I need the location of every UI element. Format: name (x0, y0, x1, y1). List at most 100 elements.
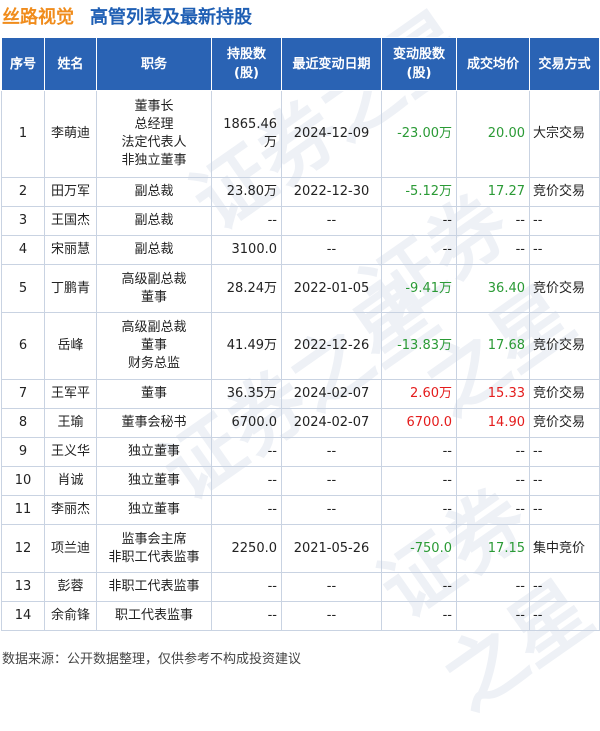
cell-trade-method: -- (529, 601, 600, 631)
title-line: 董事 (140, 338, 167, 353)
cell-titles: 职工代表监事 (96, 601, 212, 631)
title-line: 法定代表人 (121, 135, 187, 150)
cell-change-date: 2021-05-26 (281, 524, 382, 573)
cell-change-shares: -23.00万 (381, 90, 457, 178)
table-row: 6 岳峰 高级副总裁 董事 财务总监 41.49万 2022-12-26 -13.83万 17.… (1, 312, 600, 380)
cell-change-date: 2022-12-30 (281, 177, 382, 207)
cell-change-shares: -- (381, 437, 457, 467)
cell-change-date: -- (281, 601, 382, 631)
table-row: 8 王瑜 董事会秘书 6700.0 2024-02-07 6700.0 14.90 竞价交易 (1, 408, 600, 438)
cell-avg-price: 17.15 (456, 524, 530, 573)
cell-no: 12 (1, 524, 45, 573)
cell-no: 2 (1, 177, 45, 207)
cell-change-date: -- (281, 572, 382, 602)
cell-no: 3 (1, 206, 45, 236)
cell-titles: 高级副总裁 董事 (96, 264, 212, 313)
table-body: 1 李萌迪 董事长 总经理 法定代表人 非独立董事 1865.46万 2024-12-09 -2… (1, 90, 600, 631)
cell-avg-price: -- (456, 437, 530, 467)
cell-trade-method: 竞价交易 (529, 312, 600, 380)
cell-avg-price: 14.90 (456, 408, 530, 438)
title-line: 独立董事 (127, 502, 180, 517)
title-line: 副总裁 (134, 184, 174, 199)
cell-shares: -- (211, 601, 282, 631)
cell-trade-method: 竞价交易 (529, 264, 600, 313)
title-line: 非独立董事 (121, 153, 187, 168)
table-header-row: 序号 姓名 职务 持股数 (股) 最近变动日期 变动股数 (股) 成交均价 交易方式 (1, 37, 600, 91)
cell-change-shares: -13.83万 (381, 312, 457, 380)
cell-no: 7 (1, 379, 45, 409)
title-line: 董事长 (134, 99, 174, 114)
cell-name: 岳峰 (44, 312, 97, 380)
header-name: 姓名 (44, 37, 97, 91)
cell-titles: 董事会秘书 (96, 408, 212, 438)
cell-avg-price: -- (456, 495, 530, 525)
cell-no: 6 (1, 312, 45, 380)
cell-shares: 23.80万 (211, 177, 282, 207)
cell-titles: 监事会主席 非职工代表监事 (96, 524, 212, 573)
cell-name: 李丽杰 (44, 495, 97, 525)
cell-titles: 独立董事 (96, 495, 212, 525)
cell-change-date: -- (281, 437, 382, 467)
header-no: 序号 (1, 37, 45, 91)
data-source-note: 数据来源：公开数据整理，仅供参考不构成投资建议 (2, 652, 302, 667)
table-row: 3 王国杰 副总裁 -- -- -- -- -- (1, 206, 600, 236)
header-change-date: 最近变动日期 (281, 37, 382, 91)
title-line: 非职工代表监事 (108, 549, 200, 565)
cell-titles: 董事 (96, 379, 212, 409)
title-line: 非职工代表监事 (108, 579, 200, 594)
cell-no: 9 (1, 437, 45, 467)
cell-change-date: 2024-02-07 (281, 408, 382, 438)
cell-titles: 独立董事 (96, 466, 212, 496)
title-line: 财务总监 (127, 356, 180, 371)
cell-change-date: -- (281, 206, 382, 236)
cell-avg-price: 36.40 (456, 264, 530, 313)
cell-trade-method: -- (529, 572, 600, 602)
cell-name: 丁鹏青 (44, 264, 97, 313)
table-row: 1 李萌迪 董事长 总经理 法定代表人 非独立董事 1865.46万 2024-12-09 -2… (1, 90, 600, 178)
cell-avg-price: 15.33 (456, 379, 530, 409)
cell-titles: 副总裁 (96, 177, 212, 207)
cell-name: 项兰迪 (44, 524, 97, 573)
cell-change-date: 2024-12-09 (281, 90, 382, 178)
cell-change-shares: -- (381, 601, 457, 631)
table-row: 5 丁鹏青 高级副总裁 董事 28.24万 2022-01-05 -9.41万 36.40 竞价… (1, 264, 600, 313)
cell-change-shares: -5.12万 (381, 177, 457, 207)
cell-change-date: 2024-02-07 (281, 379, 382, 409)
cell-change-shares: -9.41万 (381, 264, 457, 313)
cell-change-date: -- (281, 235, 382, 265)
cell-trade-method: 竞价交易 (529, 379, 600, 409)
cell-trade-method: -- (529, 466, 600, 496)
cell-shares: -- (211, 495, 282, 525)
cell-avg-price: -- (456, 601, 530, 631)
cell-shares: 6700.0 (211, 408, 282, 438)
cell-name: 王瑜 (44, 408, 97, 438)
cell-avg-price: -- (456, 572, 530, 602)
cell-no: 13 (1, 572, 45, 602)
cell-name: 李萌迪 (44, 90, 97, 178)
cell-trade-method: -- (529, 235, 600, 265)
cell-titles: 独立董事 (96, 437, 212, 467)
cell-change-date: -- (281, 495, 382, 525)
page-title: 高管列表及最新持股 (90, 7, 252, 28)
cell-name: 王军平 (44, 379, 97, 409)
header-change-shares: 变动股数 (股) (381, 37, 457, 91)
cell-avg-price: 17.68 (456, 312, 530, 380)
cell-change-date: 2022-01-05 (281, 264, 382, 313)
cell-trade-method: 竞价交易 (529, 408, 600, 438)
table-row: 10 肖诚 独立董事 -- -- -- -- -- (1, 466, 600, 496)
cell-shares: 28.24万 (211, 264, 282, 313)
table-row: 12 项兰迪 监事会主席 非职工代表监事 2250.0 2021-05-26 -750.0 1… (1, 524, 600, 573)
cell-avg-price: 17.27 (456, 177, 530, 207)
cell-change-shares: -- (381, 466, 457, 496)
table-row: 4 宋丽慧 副总裁 3100.0 -- -- -- -- (1, 235, 600, 265)
table-row: 13 彭蓉 非职工代表监事 -- -- -- -- -- (1, 572, 600, 602)
cell-avg-price: 20.00 (456, 90, 530, 178)
cell-change-shares: 2.60万 (381, 379, 457, 409)
cell-shares: -- (211, 466, 282, 496)
header-line: (股) (234, 66, 259, 81)
cell-no: 8 (1, 408, 45, 438)
cell-titles: 董事长 总经理 法定代表人 非独立董事 (96, 90, 212, 178)
table-row: 2 田万军 副总裁 23.80万 2022-12-30 -5.12万 17.27 竞价交易 (1, 177, 600, 207)
title-line: 职工代表监事 (114, 608, 193, 623)
cell-name: 宋丽慧 (44, 235, 97, 265)
